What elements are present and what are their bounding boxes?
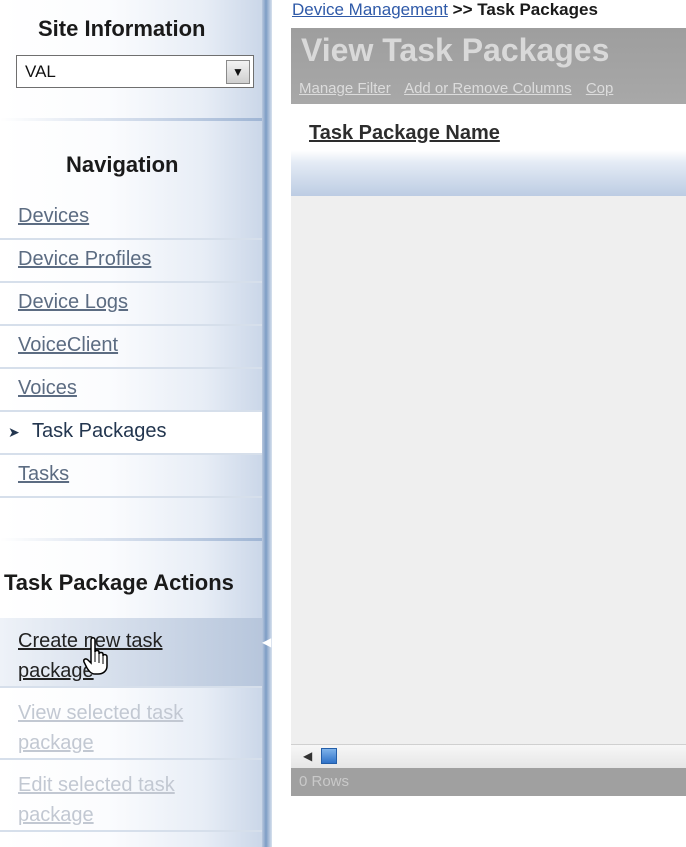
site-information-title: Site Information: [38, 16, 206, 41]
breadcrumb-current: Task Packages: [477, 0, 598, 19]
scrollbar-thumb[interactable]: [321, 748, 337, 764]
column-header-task-package-name[interactable]: Task Package Name: [309, 122, 500, 145]
sidebar-item-label[interactable]: VoiceClient: [18, 334, 118, 357]
page-header: View Task Packages Manage Filter Add or …: [291, 28, 686, 104]
breadcrumb-separator: >>: [452, 0, 473, 19]
row-count: 0 Rows: [299, 773, 350, 790]
site-select-value: VAL: [25, 62, 56, 81]
grid-header: Task Package Name: [291, 108, 686, 196]
action-label: Edit selected task package: [18, 774, 175, 826]
sidebar-item-device-profiles[interactable]: Device Profiles: [0, 240, 262, 283]
divider: [0, 118, 262, 121]
action-label: View selected task package: [18, 702, 184, 754]
sidebar-item-label[interactable]: Device Logs: [18, 291, 128, 314]
navigation-title: Navigation: [66, 152, 179, 177]
toolbar: Manage Filter Add or Remove Columns Cop: [299, 80, 623, 97]
sidebar-item-label[interactable]: Task Packages: [32, 420, 167, 443]
sidebar-item-voiceclient[interactable]: VoiceClient: [0, 326, 262, 369]
sidebar-item-label[interactable]: Voices: [18, 377, 77, 400]
add-remove-columns-link[interactable]: Add or Remove Columns: [404, 80, 572, 97]
sidebar-item-device-logs[interactable]: Device Logs: [0, 283, 262, 326]
sidebar-item-devices[interactable]: Devices: [0, 197, 262, 240]
view-task-package-link: View selected task package: [0, 690, 262, 760]
edit-task-package-link: Edit selected task package: [0, 762, 262, 832]
grid-footer: 0 Rows: [291, 768, 686, 796]
sidebar-splitter[interactable]: [262, 0, 272, 847]
sidebar-item-tasks[interactable]: Tasks: [0, 455, 262, 498]
manage-filter-link[interactable]: Manage Filter: [299, 80, 391, 97]
copy-link[interactable]: Cop: [586, 80, 614, 97]
breadcrumb-link-device-management[interactable]: Device Management: [292, 0, 448, 19]
task-packages-grid: Task Package Name ◀ 0 Rows: [291, 108, 686, 796]
sidebar-item-voices[interactable]: Voices: [0, 369, 262, 412]
arrow-right-icon: ➤: [8, 424, 20, 440]
task-package-actions-title: Task Package Actions: [4, 570, 234, 595]
site-select[interactable]: VAL ▼: [16, 55, 254, 88]
action-label[interactable]: Create new task package: [18, 626, 218, 686]
breadcrumb: Device Management >> Task Packages: [292, 0, 598, 20]
page-title: View Task Packages: [301, 32, 610, 68]
create-task-package-link[interactable]: Create new task package: [0, 618, 262, 688]
sidebar-item-label[interactable]: Devices: [18, 205, 89, 228]
collapse-icon[interactable]: ◀: [262, 632, 272, 652]
sidebar-item-label[interactable]: Tasks: [18, 463, 69, 486]
chevron-down-icon[interactable]: ▼: [226, 60, 250, 84]
sidebar-item-task-packages[interactable]: ➤ Task Packages: [0, 412, 262, 455]
horizontal-scrollbar[interactable]: ◀: [291, 744, 686, 768]
divider: [0, 538, 262, 541]
scroll-left-icon[interactable]: ◀: [303, 749, 312, 763]
sidebar: Site Information VAL ▼ Navigation Device…: [0, 0, 272, 847]
sidebar-item-label[interactable]: Device Profiles: [18, 248, 151, 271]
hand-cursor-icon: [83, 637, 108, 675]
